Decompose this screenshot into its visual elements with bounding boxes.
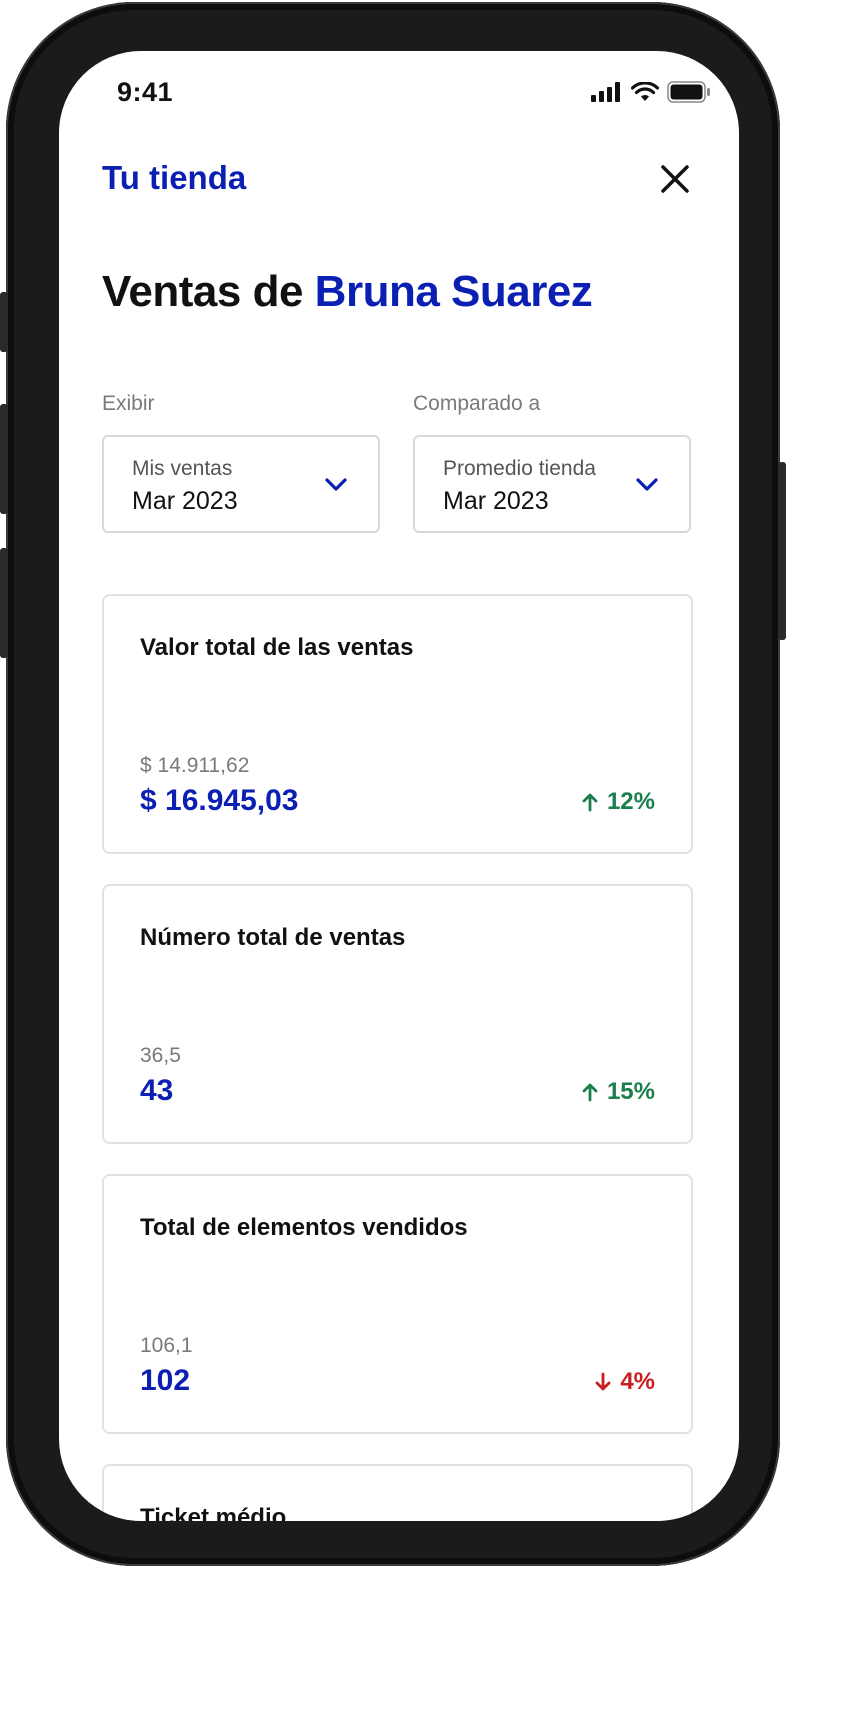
volume-down-button	[0, 548, 8, 658]
signal-icon	[591, 82, 620, 102]
show-label: Exibir	[102, 392, 155, 415]
card-change: 15%	[581, 1078, 655, 1106]
card-value: 43	[140, 1074, 174, 1107]
mute-switch	[0, 292, 8, 352]
card-change: 12%	[581, 788, 655, 816]
arrow-up-icon	[582, 793, 598, 812]
show-select[interactable]: Mis ventas Mar 2023	[102, 435, 380, 533]
card-comparison-value: $ 14.911,62	[140, 754, 250, 777]
store-link[interactable]: Tu tienda	[102, 159, 246, 197]
metric-card-average-ticket[interactable]: Ticket médio	[102, 1464, 693, 1521]
card-title: Número total de ventas	[140, 924, 406, 951]
status-time: 9:41	[117, 77, 174, 107]
close-button[interactable]	[655, 159, 695, 199]
chevron-down-icon	[636, 478, 658, 491]
power-button	[778, 462, 786, 640]
card-change-percent: 4%	[620, 1368, 655, 1395]
wifi-icon	[631, 82, 659, 101]
phone-frame: 9:41 Tu tienda Ventas de Bruna Suarez Ex…	[6, 2, 780, 1566]
battery-icon	[667, 81, 710, 103]
card-change-percent: 15%	[606, 1078, 655, 1105]
metric-card-items-sold[interactable]: Total de elementos vendidos 106,1 102 4%	[102, 1174, 693, 1434]
app-screen: 9:41 Tu tienda Ventas de Bruna Suarez Ex…	[59, 51, 739, 1521]
metric-card-total-sales-count[interactable]: Número total de ventas 36,5 43 15%	[102, 884, 693, 1144]
chevron-down-icon	[325, 478, 347, 491]
close-icon	[661, 165, 689, 193]
card-comparison-value: 106,1	[140, 1334, 193, 1357]
card-change-percent: 12%	[606, 788, 655, 815]
card-title: Total de elementos vendidos	[140, 1214, 468, 1241]
page-title-prefix: Ventas de	[102, 267, 303, 316]
card-title: Valor total de las ventas	[140, 634, 414, 661]
arrow-down-icon	[595, 1372, 611, 1391]
compare-select-period: Mar 2023	[443, 487, 549, 515]
arrow-up-icon	[582, 1083, 598, 1102]
show-select-period: Mar 2023	[132, 487, 238, 515]
card-comparison-value: 36,5	[140, 1044, 181, 1067]
show-select-group: Mis ventas	[132, 457, 233, 480]
page-title-name: Bruna Suarez	[314, 267, 593, 316]
card-value: 102	[140, 1364, 191, 1397]
page-title: Ventas de Bruna Suarez	[102, 267, 593, 317]
volume-up-button	[0, 404, 8, 514]
compare-select[interactable]: Promedio tienda Mar 2023	[413, 435, 691, 533]
compare-select-group: Promedio tienda	[443, 457, 596, 480]
compare-label: Comparado a	[413, 392, 541, 415]
metric-card-total-sales-value[interactable]: Valor total de las ventas $ 14.911,62 $ …	[102, 594, 693, 854]
card-value: $ 16.945,03	[140, 784, 299, 817]
status-icons	[591, 81, 711, 103]
card-title: Ticket médio	[140, 1504, 287, 1521]
card-change: 4%	[594, 1368, 655, 1396]
